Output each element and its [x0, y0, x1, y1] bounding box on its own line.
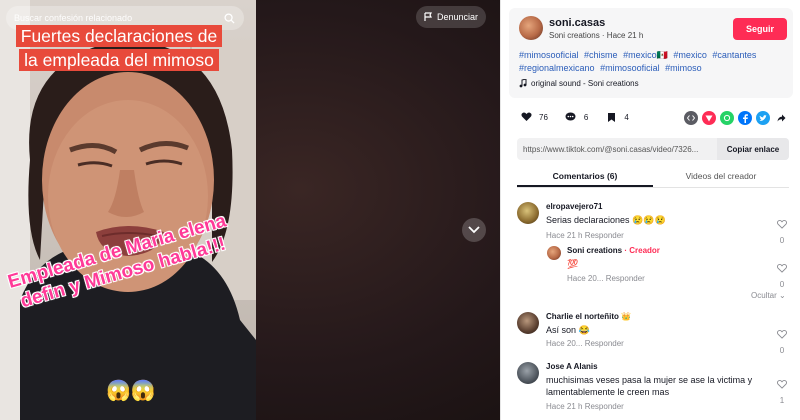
send-to-friends-icon[interactable] — [702, 111, 716, 125]
comment-meta[interactable]: Hace 21 h Responder — [546, 402, 624, 411]
music-info[interactable]: original sound - Soni creations — [519, 79, 639, 88]
reply-like-count: 0 — [779, 280, 785, 289]
search-icon[interactable] — [222, 11, 236, 25]
chevron-down-icon — [468, 226, 480, 234]
like-action[interactable]: 76 — [519, 110, 548, 124]
post-info-card: soni.casas Soni creations · Hace 21 h Se… — [509, 8, 793, 98]
hashtag-link[interactable]: #mimosooficial — [600, 63, 660, 73]
reply-author[interactable]: Soni creations — [567, 246, 622, 255]
comment-item: elropavejero71 Serias declaraciones 😢😢😢 … — [517, 202, 789, 246]
video-caption-top: Fuertes declaraciones de la empleada del… — [14, 24, 224, 72]
creator-reply-avatar[interactable] — [547, 246, 561, 260]
hashtag-link[interactable]: #mimosooficial — [519, 50, 579, 60]
next-video-button[interactable] — [462, 218, 486, 242]
details-panel: soni.casas Soni creations · Hace 21 h Se… — [500, 0, 800, 420]
reply-meta[interactable]: Hace 20... Responder — [567, 274, 645, 283]
follow-button[interactable]: Seguir — [733, 18, 787, 40]
comment-item: Charlie el norteñito 👑 Así son 😂 Hace 20… — [517, 312, 789, 355]
commenter-name[interactable]: elropavejero71 — [546, 202, 602, 211]
related-search-input[interactable] — [14, 13, 222, 23]
report-button[interactable]: Denunciar — [416, 6, 486, 28]
share-link-row: https://www.tiktok.com/@soni.casas/video… — [517, 138, 789, 160]
tab-creator-videos[interactable]: Videos del creador — [653, 166, 789, 187]
share-buttons — [684, 111, 788, 125]
whatsapp-icon[interactable] — [720, 111, 734, 125]
comment-like-count: 0 — [779, 346, 785, 355]
creator-username[interactable]: soni.casas — [549, 17, 605, 29]
hashtag-link[interactable]: #mexico — [673, 50, 707, 60]
commenter-name[interactable]: Jose A Alanis — [546, 362, 598, 371]
comment-icon[interactable] — [564, 110, 578, 124]
hashtag-link[interactable]: #mexico🇲🇽 — [623, 50, 668, 60]
facebook-icon[interactable] — [738, 111, 752, 125]
commenter-name[interactable]: Charlie el norteñito 👑 — [546, 312, 631, 321]
heart-outline-icon[interactable] — [776, 220, 788, 229]
more-share-arrow-icon[interactable] — [774, 111, 788, 125]
reply-text: 💯 — [567, 259, 579, 269]
comment-like-count: 1 — [779, 396, 785, 405]
hashtag-link[interactable]: #regionalmexicano — [519, 63, 595, 73]
music-label: original sound - Soni creations — [531, 79, 639, 88]
hide-replies-button[interactable]: Ocultar ⌄ — [751, 291, 786, 300]
copy-link-button[interactable]: Copiar enlace — [717, 138, 789, 160]
panel-tabs: Comentarios (6) Videos del creador — [517, 166, 789, 188]
hashtag-link[interactable]: #mimoso — [665, 63, 702, 73]
twitter-icon[interactable] — [756, 111, 770, 125]
heart-outline-icon[interactable] — [776, 264, 788, 273]
hashtag-link[interactable]: #chisme — [584, 50, 618, 60]
heart-outline-icon[interactable] — [776, 330, 788, 339]
comment-meta[interactable]: Hace 21 h Responder — [546, 231, 624, 240]
comment-action[interactable]: 6 — [564, 110, 588, 124]
comment-text: Así son 😂 — [546, 325, 590, 335]
reply-name[interactable]: Soni creations · Creador — [567, 246, 660, 255]
comment-count: 6 — [583, 112, 589, 122]
embed-icon[interactable] — [684, 111, 698, 125]
music-note-icon — [519, 79, 527, 88]
action-bar: 76 6 4 — [519, 110, 645, 124]
reply-like[interactable]: 0 — [775, 260, 789, 289]
comment-like[interactable]: 0 — [775, 326, 789, 355]
caption-emoji: 😱😱 — [106, 380, 156, 402]
creator-avatar[interactable] — [519, 16, 543, 40]
save-count: 4 — [624, 112, 629, 122]
report-label: Denunciar — [436, 12, 479, 22]
comment-item: Jose A Alanis muchisimas veses pasa la m… — [517, 362, 789, 420]
save-action[interactable]: 4 — [604, 110, 629, 124]
creator-badge: · Creador — [622, 246, 660, 255]
commenter-avatar[interactable] — [517, 202, 539, 224]
hashtag-list: #mimosooficial #chisme #mexico🇲🇽 #mexico… — [519, 49, 787, 75]
commenter-avatar[interactable] — [517, 362, 539, 384]
reply-item: Soni creations · Creador 💯 Hace 20... Re… — [547, 246, 789, 289]
caption-top-text: Fuertes declaraciones de la empleada del… — [15, 25, 223, 71]
commenter-avatar[interactable] — [517, 312, 539, 334]
comment-text: Serias declaraciones 😢😢😢 — [546, 215, 666, 225]
comment-meta[interactable]: Hace 20... Responder — [546, 339, 624, 348]
comment-like[interactable]: 0 — [775, 216, 789, 245]
tab-comments[interactable]: Comentarios (6) — [517, 166, 653, 187]
share-link-url[interactable]: https://www.tiktok.com/@soni.casas/video… — [517, 145, 717, 154]
like-count: 76 — [539, 112, 548, 122]
comment-text: muchisimas veses pasa la mujer se ase la… — [546, 375, 753, 397]
bookmark-icon[interactable] — [604, 110, 618, 124]
heart-icon[interactable] — [519, 110, 533, 124]
creator-subline: Soni creations · Hace 21 h — [549, 31, 644, 40]
comment-like[interactable]: 1 — [775, 376, 789, 405]
comment-like-count: 0 — [779, 236, 785, 245]
video-player[interactable]: Fuertes declaraciones de la empleada del… — [0, 0, 500, 420]
flag-icon — [424, 12, 432, 21]
hashtag-link[interactable]: #cantantes — [712, 50, 756, 60]
heart-outline-icon[interactable] — [776, 380, 788, 389]
